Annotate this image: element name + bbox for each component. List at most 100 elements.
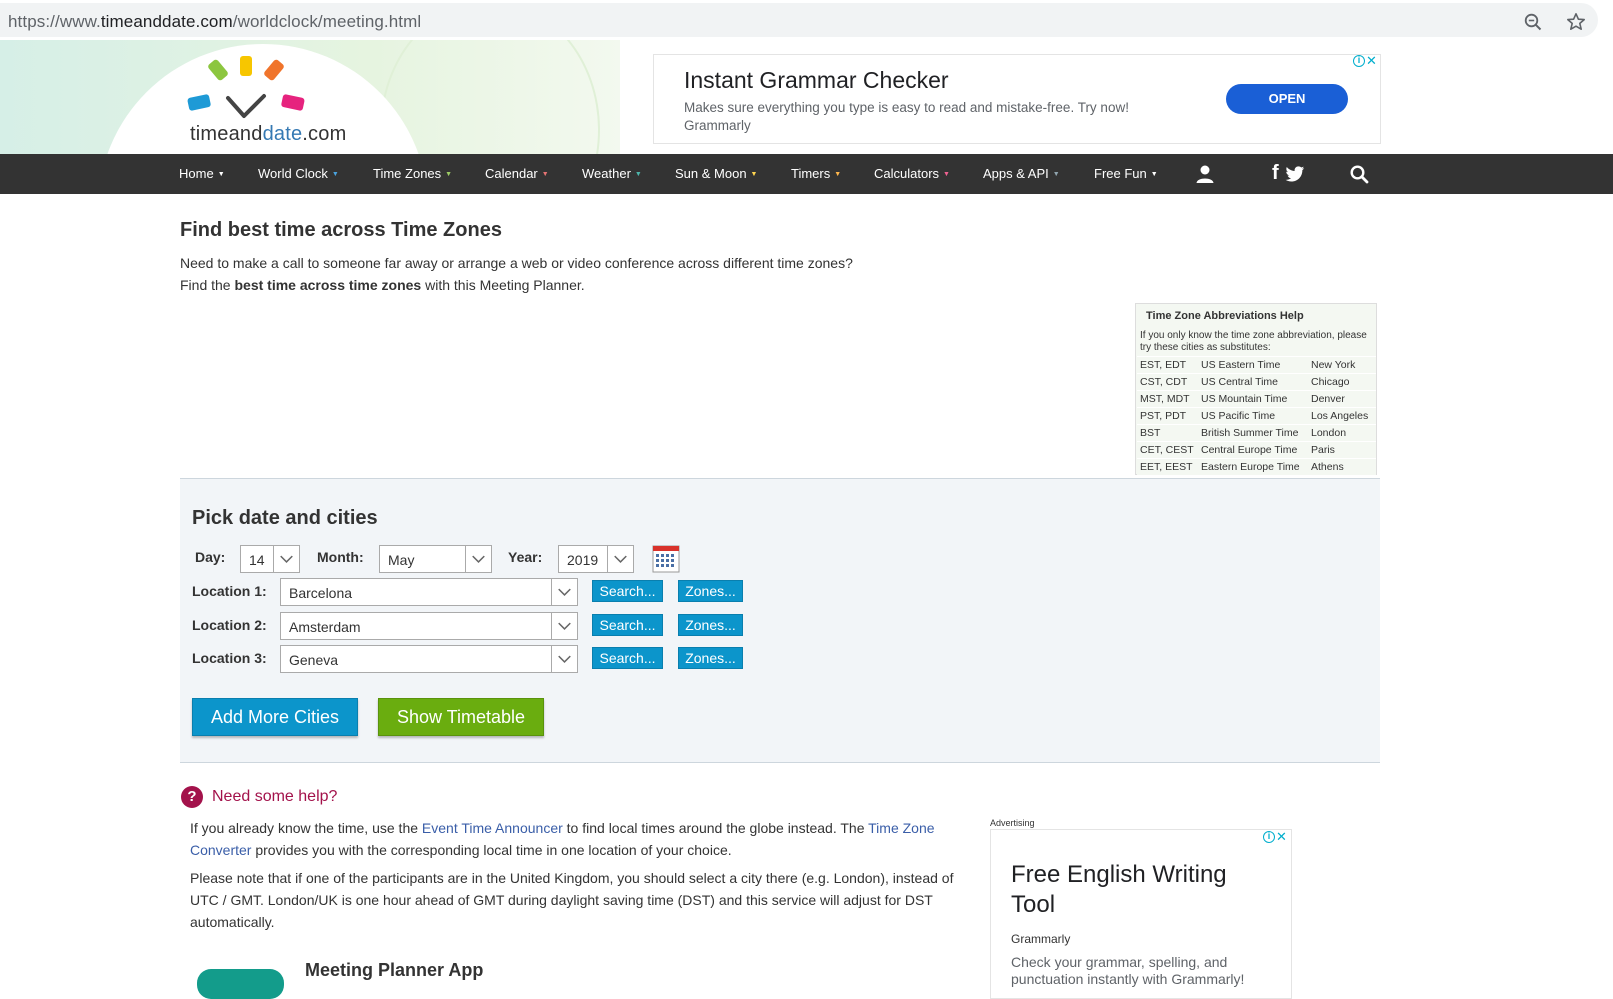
intro-line-2-a: Find the — [180, 277, 235, 293]
tz-help-title: Time Zone Abbreviations Help — [1146, 310, 1304, 322]
url-text[interactable]: https://www.timeanddate.com/worldclock/m… — [8, 12, 421, 32]
adchoices-icon[interactable]: i ✕ — [1263, 830, 1291, 845]
tz-abbr: EST, EDT — [1140, 359, 1187, 371]
year-value: 2019 — [567, 552, 599, 568]
nav-home[interactable]: Home ▼ — [179, 166, 225, 181]
tz-name: Central Europe Time — [1201, 444, 1298, 456]
event-time-announcer-link[interactable]: Event Time Announcer — [422, 820, 563, 836]
day-label: Day: — [195, 549, 226, 565]
url-field[interactable]: https://www.timeanddate.com/worldclock/m… — [0, 3, 1598, 37]
ad-brand: Grammarly — [1011, 932, 1071, 946]
table-row: EET, EEST Eastern Europe Time Athens — [1137, 458, 1376, 475]
tz-city: Denver — [1311, 393, 1345, 405]
nav-label: Sun & Moon — [675, 166, 747, 181]
tz-city: Paris — [1311, 444, 1335, 456]
browser-address-bar: https://www.timeanddate.com/worldclock/m… — [0, 0, 1613, 40]
table-row: CET, CEST Central Europe Time Paris — [1137, 441, 1376, 458]
day-select[interactable]: 14 — [240, 545, 300, 573]
nav-label: Free Fun — [1094, 166, 1147, 181]
meeting-planner-app-thumbnail[interactable] — [197, 969, 284, 999]
tz-abbr: PST, PDT — [1140, 410, 1187, 422]
help-p1-text-c: provides you with the corresponding loca… — [251, 842, 732, 858]
search-icon[interactable] — [1350, 165, 1369, 184]
nav-label: Apps & API — [983, 166, 1049, 181]
logo-text-b: date — [262, 123, 303, 145]
location-3-label: Location 3: — [192, 650, 267, 666]
logo-text[interactable]: timeanddate.com — [190, 123, 346, 146]
location-1-value: Barcelona — [289, 585, 353, 601]
nav-calculators[interactable]: Calculators ▼ — [874, 166, 950, 181]
tz-name: US Central Time — [1201, 376, 1279, 388]
zoom-icon[interactable] — [1524, 13, 1542, 31]
tz-help-note: If you only know the time zone abbreviat… — [1140, 330, 1367, 353]
advertising-label: Advertising — [990, 818, 1035, 828]
calendar-icon[interactable] — [652, 545, 680, 573]
user-icon[interactable] — [1195, 164, 1215, 184]
intro-line-1: Need to make a call to someone far away … — [180, 255, 853, 271]
top-advertisement[interactable]: Instant Grammar Checker Makes sure every… — [653, 54, 1381, 144]
chevron-down-icon[interactable] — [607, 546, 633, 572]
year-select[interactable]: 2019 — [558, 545, 634, 573]
year-label: Year: — [508, 549, 543, 565]
help-title: Need some help? — [212, 788, 338, 805]
nav-free-fun[interactable]: Free Fun ▼ — [1094, 166, 1158, 181]
tz-abbr: CST, CDT — [1140, 376, 1188, 388]
ad-close-icon[interactable]: ✕ — [1275, 830, 1288, 844]
table-row: BST British Summer Time London — [1137, 424, 1376, 441]
meeting-planner-app-title[interactable]: Meeting Planner App — [305, 960, 483, 981]
location-3-search-button[interactable]: Search... — [592, 647, 663, 669]
chevron-down-icon[interactable] — [551, 646, 577, 672]
facebook-icon[interactable]: f — [1272, 162, 1279, 185]
right-advertisement[interactable]: i ✕ Free English Writing Tool Grammarly C… — [990, 829, 1292, 999]
nav-label: World Clock — [258, 166, 328, 181]
nav-weather[interactable]: Weather ▼ — [582, 166, 642, 181]
tz-help-table: EST, EDT US Eastern Time New York CST, CDT… — [1137, 356, 1376, 475]
caret-down-icon: ▼ — [1052, 171, 1060, 178]
location-2-select[interactable]: Amsterdam — [280, 612, 578, 640]
ad-close-icon[interactable]: ✕ — [1365, 54, 1378, 68]
caret-down-icon: ▼ — [217, 171, 225, 178]
location-3-zones-button[interactable]: Zones... — [678, 647, 743, 669]
adchoices-icon[interactable]: i ✕ — [1353, 54, 1381, 69]
location-2-search-button[interactable]: Search... — [592, 614, 663, 636]
nav-calendar[interactable]: Calendar ▼ — [485, 166, 549, 181]
caret-down-icon: ▼ — [1150, 171, 1158, 178]
location-1-search-button[interactable]: Search... — [592, 580, 663, 602]
show-timetable-button[interactable]: Show Timetable — [378, 698, 544, 736]
intro-line-2: Find the best time across time zones wit… — [180, 274, 853, 296]
ad-title[interactable]: Free English Writing Tool — [1011, 860, 1271, 920]
chevron-down-icon[interactable] — [551, 579, 577, 605]
nav-label: Calculators — [874, 166, 940, 181]
intro-text: Need to make a call to someone far away … — [180, 252, 853, 296]
caret-down-icon: ▼ — [943, 171, 950, 178]
location-3-select[interactable]: Geneva — [280, 645, 578, 673]
location-2-zones-button[interactable]: Zones... — [678, 614, 743, 636]
url-prefix: https://www. — [8, 12, 101, 31]
location-1-select[interactable]: Barcelona — [280, 578, 578, 606]
nav-timers[interactable]: Timers ▼ — [791, 166, 841, 181]
nav-apps-api[interactable]: Apps & API ▼ — [983, 166, 1060, 181]
twitter-icon[interactable] — [1285, 166, 1305, 183]
tz-abbr: CET, CEST — [1140, 444, 1194, 456]
ad-title[interactable]: Instant Grammar Checker — [684, 67, 949, 94]
location-1-zones-button[interactable]: Zones... — [678, 580, 743, 602]
help-question-icon: ? — [181, 786, 203, 808]
form-title: Pick date and cities — [192, 507, 378, 529]
table-row: MST, MDT US Mountain Time Denver — [1137, 390, 1376, 407]
nav-world-clock[interactable]: World Clock ▼ — [258, 166, 339, 181]
ad-info-icon[interactable]: i — [1353, 55, 1365, 67]
chevron-down-icon[interactable] — [273, 546, 299, 572]
chevron-down-icon[interactable] — [551, 613, 577, 639]
nav-sun-moon[interactable]: Sun & Moon ▼ — [675, 166, 757, 181]
ad-open-button[interactable]: OPEN — [1226, 84, 1348, 114]
caret-down-icon: ▼ — [634, 171, 642, 178]
add-more-cities-button[interactable]: Add More Cities — [192, 698, 358, 736]
bookmark-star-icon[interactable] — [1566, 12, 1586, 32]
chevron-down-icon[interactable] — [465, 546, 491, 572]
nav-time-zones[interactable]: Time Zones ▼ — [373, 166, 452, 181]
ad-info-icon[interactable]: i — [1263, 831, 1275, 843]
ad-description: Check your grammar, spelling, and punctu… — [1011, 954, 1245, 987]
url-domain: timeanddate.com — [100, 12, 233, 31]
site-header: timeanddate.com Instant Grammar Checker … — [0, 40, 1613, 154]
month-select[interactable]: May — [379, 545, 492, 573]
